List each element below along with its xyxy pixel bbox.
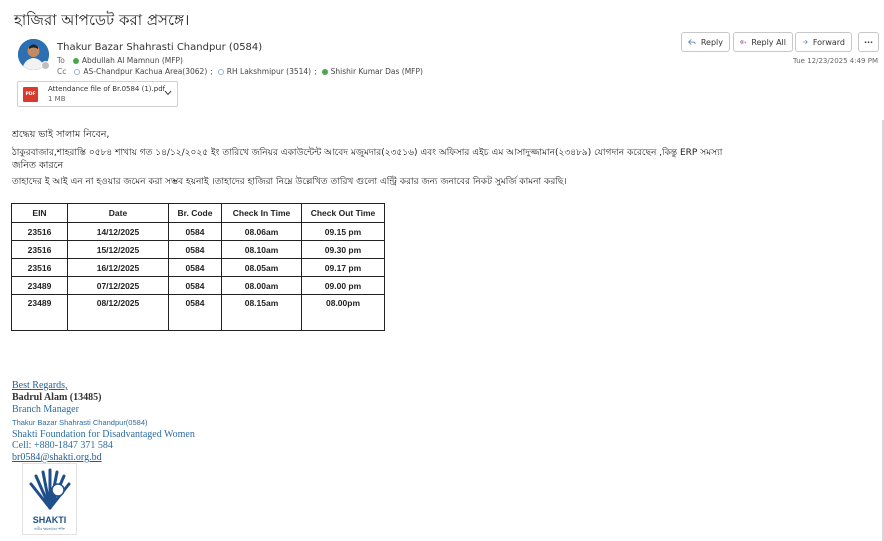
cell-check-in: 08.05am bbox=[221, 258, 302, 277]
cell-check-out: 09.30 pm bbox=[301, 240, 385, 259]
table-row: 23489 07/12/2025 0584 08.00am 09.00 pm bbox=[11, 276, 385, 295]
signature-organization: Shakti Foundation for Disadvantaged Wome… bbox=[12, 429, 195, 440]
presence-status-icon bbox=[41, 61, 50, 70]
received-date: Tue 12/23/2025 4:49 PM bbox=[793, 57, 878, 65]
cell-ein: 23516 bbox=[11, 258, 68, 277]
shakti-logo: SHAKTI নারীর ক্ষমতায়নে শক্তি bbox=[22, 463, 77, 535]
cell-date: 08/12/2025 bbox=[67, 294, 169, 331]
status-available-icon bbox=[321, 68, 328, 75]
signature-title: Branch Manager bbox=[12, 404, 79, 415]
column-header: Date bbox=[67, 203, 169, 223]
attachment-name: Attendance file of Br.0584 (1).pdf bbox=[48, 85, 166, 93]
cell-br-code: 0584 bbox=[168, 294, 222, 331]
forward-label: Forward bbox=[812, 37, 845, 47]
cell-check-out: 09.00 pm bbox=[301, 276, 385, 295]
cell-ein: 23516 bbox=[11, 222, 68, 241]
shakti-emblem-icon bbox=[29, 468, 71, 510]
reply-all-label: Reply All bbox=[751, 37, 786, 47]
signature-name: Badrul Alam (13485) bbox=[12, 392, 102, 403]
table-row: 23489 08/12/2025 0584 08.15am 08.00pm bbox=[11, 294, 385, 331]
cell-check-in: 08.06am bbox=[221, 222, 302, 241]
table-row: 23516 15/12/2025 0584 08.10am 09.30 pm bbox=[11, 240, 385, 259]
attendance-table: EIN Date Br. Code Check In Time Check Ou… bbox=[11, 203, 385, 331]
logo-wordmark: SHAKTI bbox=[32, 515, 67, 525]
email-subject: হাজিরা আপডেট করা প্রসঙ্গে। bbox=[14, 11, 190, 29]
body-greeting: শ্রদ্ধেয় ভাই সালাম নিবেন, bbox=[12, 129, 110, 140]
cell-ein: 23489 bbox=[11, 294, 68, 331]
cc-recipient[interactable]: Shishir Kumar Das (MFP) bbox=[331, 67, 423, 76]
recipient-separator: ; bbox=[314, 67, 317, 76]
cell-ein: 23489 bbox=[11, 276, 68, 295]
cell-br-code: 0584 bbox=[168, 222, 222, 241]
column-header: Br. Code bbox=[168, 203, 222, 223]
signature-cell: Cell: +880-1847 371 584 bbox=[12, 440, 113, 451]
cell-check-out: 09.17 pm bbox=[301, 258, 385, 277]
more-actions-button[interactable]: ··· bbox=[858, 32, 879, 52]
signature-email-link[interactable]: br0584@shakti.org.bd bbox=[12, 452, 102, 463]
cc-label: Cc bbox=[57, 67, 67, 76]
cell-br-code: 0584 bbox=[168, 276, 222, 295]
to-label: To bbox=[57, 56, 65, 65]
body-paragraph-line: জনিত কারনে bbox=[12, 160, 64, 171]
to-line: To Abdullah Al Mamnun (MFP) bbox=[57, 56, 183, 65]
chevron-down-icon[interactable] bbox=[164, 90, 172, 96]
cell-check-in: 08.00am bbox=[221, 276, 302, 295]
attachment-size: 1 MB bbox=[48, 95, 66, 103]
cell-date: 15/12/2025 bbox=[67, 240, 169, 259]
table-header-row: EIN Date Br. Code Check In Time Check Ou… bbox=[11, 203, 385, 223]
cell-check-out: 09.15 pm bbox=[301, 222, 385, 241]
recipient-separator: ; bbox=[210, 67, 213, 76]
sender-name[interactable]: Thakur Bazar Shahrasti Chandpur (0584) bbox=[57, 42, 262, 53]
cell-br-code: 0584 bbox=[168, 240, 222, 259]
reply-all-icon bbox=[740, 39, 747, 45]
body-paragraph-line: তাহাদের ই আই এন না হওয়ার জমেন করা সম্ভব… bbox=[12, 177, 567, 187]
attachment-card[interactable]: PDF Attendance file of Br.0584 (1).pdf 1… bbox=[17, 81, 178, 107]
logo-tagline: নারীর ক্ষমতায়নে শক্তি bbox=[34, 527, 65, 531]
status-offline-icon bbox=[74, 68, 81, 75]
body-paragraph-line: ঠাকুরবাজার,শাহরাস্তি ০৫৮৪ শাখায় গত ১৪/১… bbox=[12, 148, 723, 158]
cell-date: 16/12/2025 bbox=[67, 258, 169, 277]
cell-check-in: 08.15am bbox=[221, 294, 302, 331]
cell-check-out: 08.00pm bbox=[301, 294, 385, 331]
reply-all-button[interactable]: Reply All bbox=[733, 32, 793, 52]
signature-branch: Thakur Bazar Shahrasti Chandpur(0584) bbox=[12, 418, 148, 427]
column-header: EIN bbox=[11, 203, 68, 223]
reply-icon bbox=[688, 39, 696, 45]
to-recipient[interactable]: Abdullah Al Mamnun (MFP) bbox=[82, 56, 183, 65]
reply-label: Reply bbox=[700, 37, 723, 47]
signature-regards: Best Regards, bbox=[12, 380, 68, 391]
cell-check-in: 08.10am bbox=[221, 240, 302, 259]
cell-ein: 23516 bbox=[11, 240, 68, 259]
cell-br-code: 0584 bbox=[168, 258, 222, 277]
status-available-icon bbox=[72, 57, 79, 64]
column-header: Check Out Time bbox=[301, 203, 385, 223]
cc-line: Cc AS-Chandpur Kachua Area(3062); RH Lak… bbox=[57, 67, 423, 76]
column-header: Check In Time bbox=[221, 203, 302, 223]
status-offline-icon bbox=[217, 68, 224, 75]
reply-button[interactable]: Reply bbox=[681, 32, 730, 52]
table-row: 23516 14/12/2025 0584 08.06am 09.15 pm bbox=[11, 222, 385, 241]
cc-recipient[interactable]: AS-Chandpur Kachua Area(3062) bbox=[83, 67, 207, 76]
cell-date: 07/12/2025 bbox=[67, 276, 169, 295]
pdf-file-icon: PDF bbox=[23, 87, 38, 102]
cc-recipient[interactable]: RH Lakshmipur (3514) bbox=[227, 67, 311, 76]
table-row: 23516 16/12/2025 0584 08.05am 09.17 pm bbox=[11, 258, 385, 277]
forward-button[interactable]: Forward bbox=[795, 32, 852, 52]
cell-date: 14/12/2025 bbox=[67, 222, 169, 241]
forward-icon bbox=[802, 39, 808, 45]
